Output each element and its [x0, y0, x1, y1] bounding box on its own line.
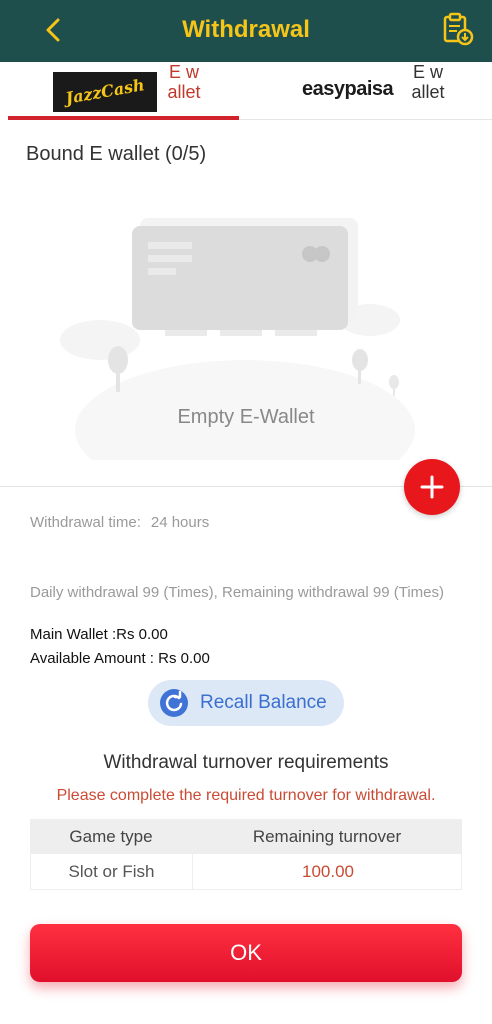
withdrawal-time-value: 24 hours: [150, 514, 210, 531]
available-amount: Available Amount : Rs 0.00: [30, 650, 210, 667]
tab-jazzcash[interactable]: JazzCash E wallet: [0, 62, 246, 120]
cell-game-type: Slot or Fish: [31, 854, 193, 889]
turnover-title: Withdrawal turnover requirements: [103, 752, 389, 773]
column-header-game-type: Game type: [69, 826, 153, 846]
recall-balance-button[interactable]: Recall Balance: [148, 680, 344, 726]
page-title: Withdrawal: [182, 16, 310, 43]
ok-button[interactable]: OK: [30, 924, 462, 982]
withdrawal-time-label: Withdrawal time:: [30, 514, 141, 531]
turnover-table: Game type Remaining turnover Slot or Fis…: [30, 819, 462, 890]
main-wallet-balance: Main Wallet :Rs 0.00: [30, 626, 168, 643]
recall-balance-label: Recall Balance: [200, 692, 327, 713]
tab-divider: [239, 119, 492, 120]
header: Withdrawal: [0, 0, 492, 62]
add-wallet-button[interactable]: [404, 459, 460, 515]
ok-button-label: OK: [230, 940, 262, 965]
clipboard-download-icon: [443, 12, 474, 46]
turnover-warning: Please complete the required turnover fo…: [56, 787, 436, 804]
withdraw-records-button[interactable]: [440, 12, 474, 46]
easypaisa-logo: easypaisa: [302, 78, 394, 100]
plus-icon: [420, 475, 444, 499]
withdrawal-time: Withdrawal time: 24 hours: [30, 514, 209, 531]
table-row: Slot or Fish 100.00: [30, 854, 462, 890]
bound-wallet-title: Bound E wallet (0/5): [26, 143, 207, 165]
column-header-remaining-turnover: Remaining turnover: [252, 826, 402, 846]
cell-remaining-turnover: 100.00: [302, 861, 354, 881]
wallet-tabs: JazzCash E wallet easypaisa E wallet: [0, 62, 492, 120]
active-tab-indicator: [8, 116, 239, 120]
tab-easypaisa-label: E wallet: [411, 62, 445, 102]
tab-easypaisa[interactable]: easypaisa E wallet: [246, 62, 492, 120]
empty-wallet-text: Empty E-Wallet: [177, 406, 315, 428]
table-header: Game type Remaining turnover: [30, 819, 462, 854]
refresh-icon: [160, 689, 188, 717]
jazzcash-logo: JazzCash: [53, 72, 157, 112]
daily-withdrawal-info: Daily withdrawal 99 (Times), Remaining w…: [30, 584, 445, 601]
tab-jazzcash-label: E wallet: [167, 62, 201, 102]
